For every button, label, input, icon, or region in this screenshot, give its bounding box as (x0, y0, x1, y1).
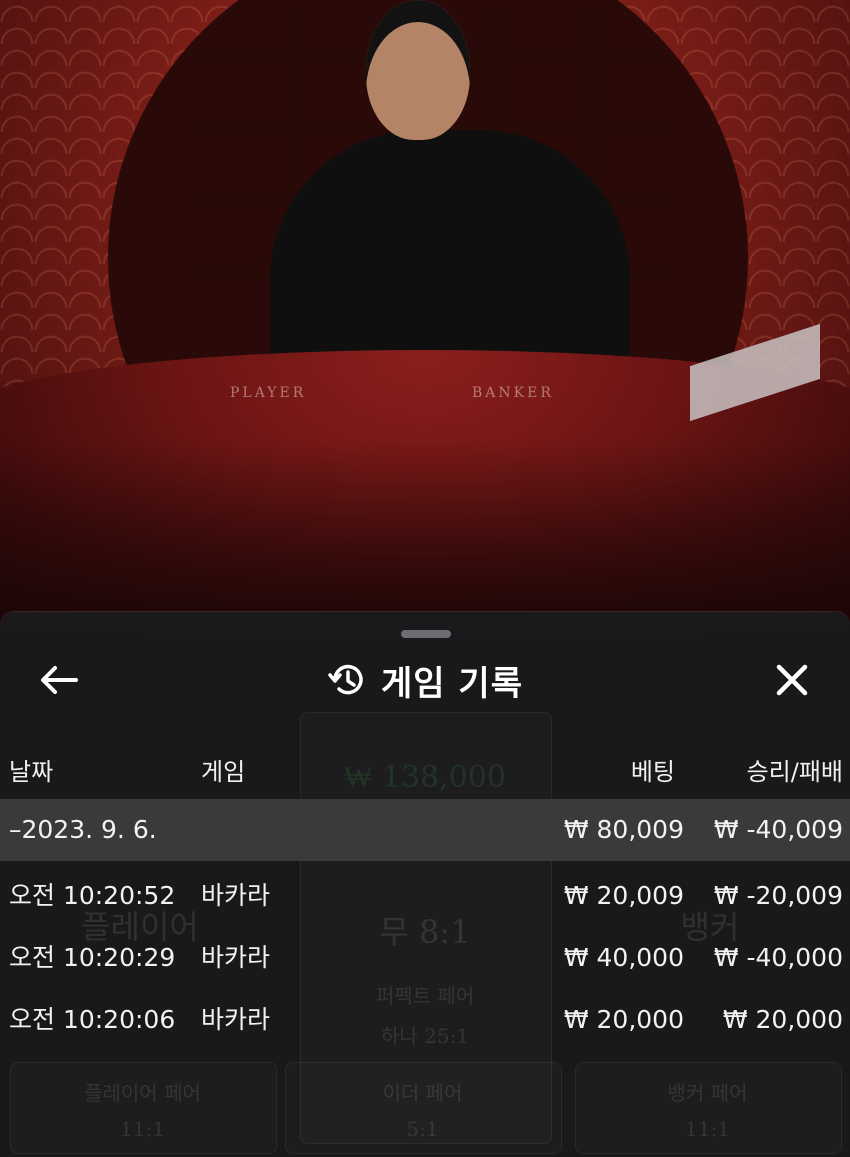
either-pair-area (285, 1062, 562, 1154)
history-row[interactable]: 오전 10:20:06 바카라 ₩ 20,000 ₩ 20,000 (0, 989, 850, 1051)
drag-handle[interactable] (401, 630, 451, 638)
row-game: 바카라 (201, 943, 271, 972)
table-label-banker: BANKER (472, 385, 554, 401)
row-bet: ₩ 20,000 (563, 1005, 684, 1034)
either-pair-odds-ghost: 5:1 (406, 1117, 439, 1141)
row-win-loss: ₩ -20,009 (713, 881, 843, 910)
row-bet: ₩ 20,009 (563, 881, 684, 910)
column-header-bet: 베팅 (630, 758, 675, 786)
game-history-sheet: ₩ 138,000 무 8:1 플레이어 뱅커 퍼펙트 페어 하나 25:1 플… (0, 612, 850, 1157)
banker-pair-area (575, 1062, 842, 1154)
player-pair-odds-ghost: 11:1 (120, 1117, 165, 1141)
date-summary-row[interactable]: –2023. 9. 6. ₩ 80,009 ₩ -40,009 (0, 799, 850, 861)
player-pair-area (10, 1062, 277, 1154)
close-button[interactable] (764, 652, 820, 708)
sheet-header: 게임 기록 (0, 656, 850, 704)
balance-ghost: ₩ 138,000 (344, 760, 506, 795)
sheet-title: 게임 기록 (381, 663, 523, 704)
row-time: 오전 10:20:06 (9, 1005, 176, 1034)
history-row[interactable]: 오전 10:20:52 바카라 ₩ 20,009 ₩ -20,009 (0, 865, 850, 927)
history-row[interactable]: 오전 10:20:29 바카라 ₩ 40,000 ₩ -40,000 (0, 927, 850, 989)
row-time: 오전 10:20:52 (9, 881, 176, 910)
summary-date: –2023. 9. 6. (9, 815, 157, 844)
history-icon (328, 664, 363, 695)
summary-bet: ₩ 80,009 (563, 815, 684, 844)
video-fade (0, 440, 850, 640)
column-header-win-loss: 승리/패배 (746, 758, 843, 786)
row-game: 바카라 (201, 881, 271, 910)
banker-pair-ghost: 뱅커 페어 (667, 1081, 748, 1105)
either-pair-ghost: 이더 페어 (382, 1081, 463, 1105)
column-header-game: 게임 (201, 758, 246, 786)
table-label-player: PLAYER (230, 385, 307, 401)
row-game: 바카라 (201, 1005, 271, 1034)
row-win-loss: ₩ 20,000 (722, 1005, 843, 1034)
row-bet: ₩ 40,000 (563, 943, 684, 972)
live-dealer-video: PLAYER BANKER (0, 0, 850, 640)
row-win-loss: ₩ -40,000 (713, 943, 843, 972)
column-header-date: 날짜 (9, 758, 54, 786)
player-pair-ghost: 플레이어 페어 (84, 1081, 201, 1105)
summary-win-loss: ₩ -40,009 (713, 815, 843, 844)
dealer-head (366, 0, 470, 140)
banker-pair-odds-ghost: 11:1 (685, 1117, 730, 1141)
close-icon (776, 664, 808, 696)
row-time: 오전 10:20:29 (9, 943, 176, 972)
